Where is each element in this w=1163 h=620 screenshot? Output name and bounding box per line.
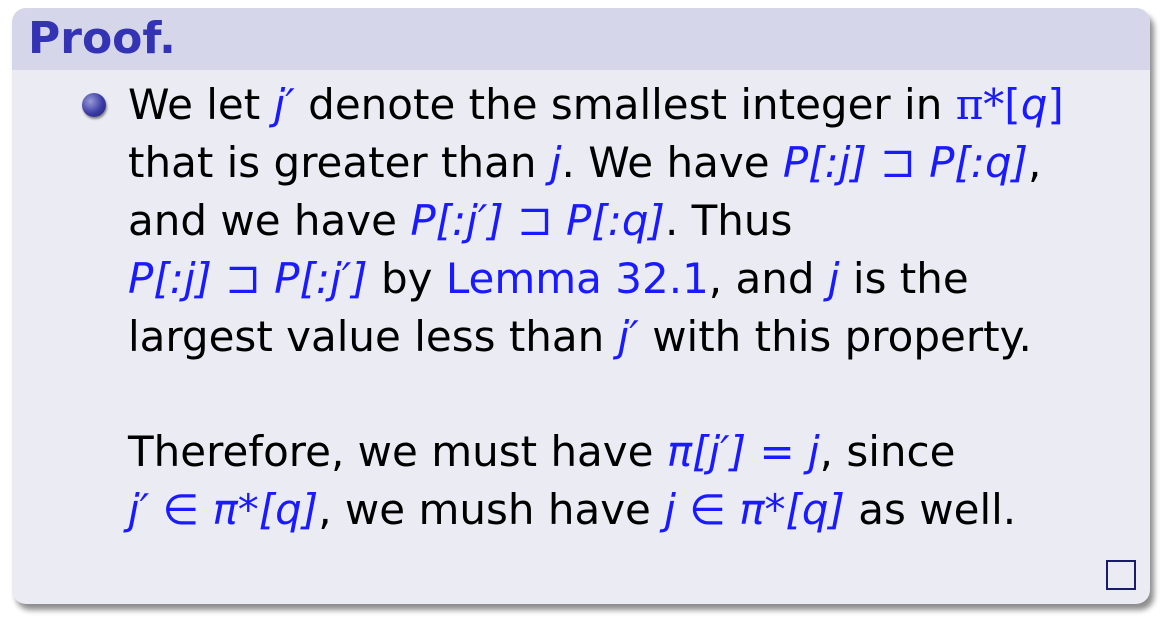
p2-line-2: j′ ∈ π*[q], we mush have j ∈ π*[q] as we… (128, 481, 1138, 539)
p1-line-1: We let j′ denote the smallest integer in… (128, 76, 1138, 134)
text: denote the smallest integer in (294, 80, 956, 129)
bullet-icon (82, 93, 106, 117)
math-jprime: j′ (617, 312, 639, 361)
text: . Thus (664, 196, 793, 245)
math-bracket: ] (1047, 80, 1064, 129)
math-expr: P[:j] (782, 138, 867, 187)
math-expr: P[:j′] (274, 254, 368, 303)
text: and we have (128, 196, 411, 245)
text: , (1028, 138, 1042, 187)
text: largest value less than (128, 312, 618, 361)
text: that is greater than (128, 138, 550, 187)
paragraph-1: We let j′ denote the smallest integer in… (128, 76, 1138, 366)
math-pistar: π* (955, 80, 1005, 129)
math-q: q (1020, 80, 1048, 129)
text: with this property. (638, 312, 1032, 361)
text: as well. (844, 485, 1017, 534)
lemma-link[interactable]: Lemma 32.1 (446, 254, 709, 303)
math-expr: P[:j] (128, 254, 212, 303)
block-title: Proof. (12, 8, 1150, 70)
math-j: j (827, 254, 840, 303)
p1-line-3: and we have P[:j′] ⊐ P[:q]. Thus (128, 192, 1138, 250)
p1-line-5: largest value less than j′ with this pro… (128, 308, 1138, 366)
math-jprime: j′ (273, 80, 295, 129)
paragraph-2: Therefore, we must have π[j′] = j, since… (128, 423, 1138, 539)
qed-square-icon (1106, 560, 1136, 590)
math-expr: P[:q] (929, 138, 1028, 187)
math-bracket: [ (1004, 80, 1021, 129)
math-relation: ⊐ (866, 138, 930, 187)
text: , since (819, 427, 956, 476)
text: , we mush have (318, 485, 665, 534)
math-expr: π[j′] = j (666, 427, 820, 476)
math-expr: P[:q] (566, 196, 665, 245)
text: is the (839, 254, 969, 303)
text: , and (708, 254, 828, 303)
p1-line-2: that is greater than j. We have P[:j] ⊐ … (128, 134, 1138, 192)
p2-line-1: Therefore, we must have π[j′] = j, since (128, 423, 1138, 481)
math-relation: ⊐ (503, 196, 567, 245)
math-j: j (549, 138, 562, 187)
text: Therefore, we must have (128, 427, 667, 476)
math-expr: j′ ∈ π*[q] (128, 485, 319, 534)
math-expr: j ∈ π*[q] (664, 485, 845, 534)
text: We let (128, 80, 274, 129)
text: by (367, 254, 446, 303)
math-relation: ⊐ (211, 254, 275, 303)
math-expr: P[:j′] (410, 196, 504, 245)
text: . We have (561, 138, 783, 187)
proof-block: Proof. We let j′ denote the smallest int… (12, 8, 1150, 604)
p1-line-4: P[:j] ⊐ P[:j′] by Lemma 32.1, and j is t… (128, 250, 1138, 308)
